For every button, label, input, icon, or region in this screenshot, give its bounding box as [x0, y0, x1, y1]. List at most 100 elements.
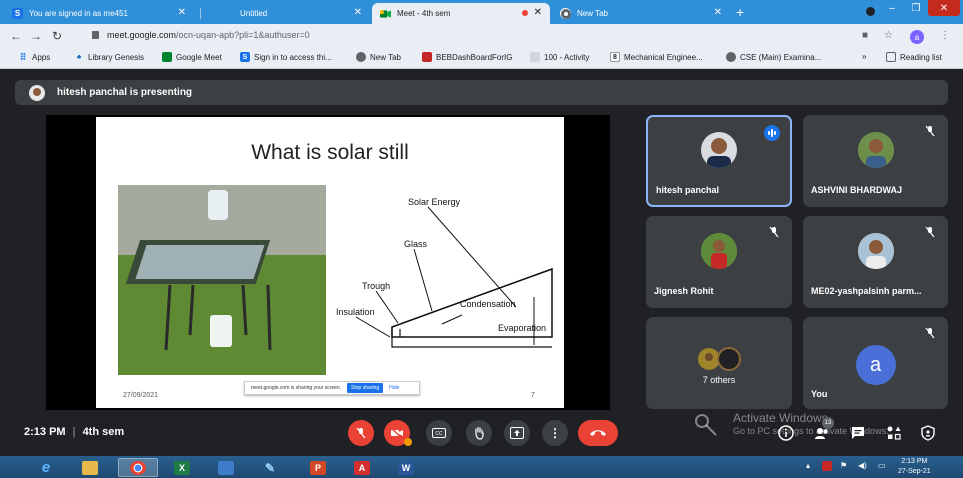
profile-avatar[interactable]: a: [910, 30, 924, 44]
google-meet-icon: [380, 8, 391, 19]
meet-area: hitesh panchal is presenting What is sol…: [0, 70, 963, 456]
meeting-details-icon[interactable]: [778, 425, 794, 441]
mic-off-icon: [925, 327, 935, 339]
hide-share-bar-button[interactable]: Hide: [389, 385, 399, 391]
bookmark-library-genesis[interactable]: ♣ Library Genesis: [74, 52, 144, 62]
svg-text:CC: CC: [435, 431, 443, 437]
participant-name: Jignesh Rohit: [654, 286, 714, 296]
tab-search-icon[interactable]: [866, 7, 875, 16]
tray-app-icon[interactable]: [822, 461, 832, 471]
taskbar-excel[interactable]: X: [162, 458, 202, 477]
leave-call-button[interactable]: [578, 420, 618, 446]
camera-toggle-button[interactable]: [384, 420, 412, 446]
mic-toggle-button[interactable]: [348, 420, 374, 446]
bookmark-new-tab[interactable]: New Tab: [356, 52, 401, 62]
chrome-icon: [560, 8, 571, 19]
new-tab-button[interactable]: +: [736, 5, 744, 19]
presenting-text: hitesh panchal is presenting: [57, 87, 193, 98]
presenting-banner: hitesh panchal is presenting: [15, 80, 948, 105]
taskbar-powerpoint[interactable]: P: [298, 458, 338, 477]
chrome-icon: [130, 460, 146, 475]
tab-divider: [200, 8, 201, 19]
close-tab-icon[interactable]: ✕: [354, 7, 362, 18]
raise-hand-button[interactable]: [466, 420, 492, 446]
captions-button[interactable]: CC: [426, 420, 452, 446]
bookmark-bebdashboard[interactable]: BEBDashBoardForIG: [422, 52, 512, 62]
volume-icon[interactable]: ◀): [858, 461, 867, 470]
shared-screen[interactable]: What is solar still Solar Energy Glass T…: [46, 115, 610, 410]
participant-tile-hitesh[interactable]: hitesh panchal: [646, 115, 792, 207]
more-bookmarks-button[interactable]: »: [862, 52, 866, 61]
taskbar-clock[interactable]: 2:13 PM 27-Sep-21: [898, 457, 931, 477]
network-tray-icon[interactable]: ▭: [878, 461, 886, 470]
taskbar-word[interactable]: W: [386, 458, 426, 477]
forward-arrow-icon[interactable]: →: [30, 29, 42, 43]
participant-tile-you[interactable]: a You: [803, 317, 948, 409]
taskbar-file-explorer[interactable]: [70, 458, 110, 477]
reload-icon[interactable]: ↻: [52, 29, 62, 43]
mic-off-icon: [356, 427, 366, 439]
url-field[interactable]: meet.google.com/ocn-uqan-apb?pli=1&authu…: [92, 30, 310, 40]
label-insulation: Insulation: [336, 307, 375, 317]
hand-icon: [475, 426, 484, 440]
taskbar-acrobat[interactable]: A: [342, 458, 382, 477]
participant-tile-jignesh[interactable]: Jignesh Rohit: [646, 216, 792, 308]
tab-new-tab[interactable]: New Tab ✕: [552, 3, 730, 24]
bookmark-star-icon[interactable]: ☆: [884, 30, 893, 41]
more-vert-icon: ⋮: [549, 426, 561, 440]
chat-icon[interactable]: [850, 425, 866, 441]
bookmark-activity[interactable]: 100 - Activity: [530, 52, 589, 62]
flag-icon[interactable]: ⚑: [840, 461, 847, 470]
participant-tile-yashpalsinh[interactable]: ME02-yashpalsinh parm...: [803, 216, 948, 308]
back-arrow-icon[interactable]: ←: [10, 29, 22, 43]
close-window-icon[interactable]: ✕: [928, 0, 960, 16]
word-icon: W: [398, 460, 414, 475]
participant-avatar: [857, 131, 894, 168]
more-options-button[interactable]: ⋮: [542, 420, 568, 446]
others-avatars-icon: [698, 347, 741, 371]
tray-expand-icon[interactable]: ▴: [806, 461, 810, 470]
bookmark-label: BEBDashBoardForIG: [436, 52, 513, 62]
excel-icon: X: [174, 460, 190, 475]
close-tab-icon[interactable]: ✕: [714, 7, 722, 18]
bookmark-apps[interactable]: ⠿ Apps: [18, 52, 51, 62]
taskbar-network[interactable]: [206, 458, 246, 477]
mic-off-icon: [925, 226, 935, 238]
tab-signed-in[interactable]: S You are signed in as me451 ✕: [4, 3, 194, 24]
paint-icon: ✎: [264, 460, 276, 475]
recording-dot-icon: [522, 10, 528, 16]
reading-list-label: Reading list: [900, 52, 942, 62]
s-favicon-icon: S: [12, 8, 23, 19]
close-tab-icon[interactable]: ✕: [534, 7, 542, 18]
bookmark-sign-in[interactable]: S Sign in to access thi...: [240, 52, 332, 62]
present-button[interactable]: [504, 420, 530, 446]
activities-icon[interactable]: [886, 425, 902, 441]
minimize-icon[interactable]: –: [880, 0, 904, 16]
tab-meet[interactable]: Meet - 4th sem ✕: [372, 3, 550, 24]
tab-untitled[interactable]: Untitled ✕: [206, 3, 370, 24]
browser-tab-strip: S You are signed in as me451 ✕ Untitled …: [0, 0, 963, 24]
label-evaporation: Evaporation: [498, 323, 546, 333]
others-count-label: 7 others: [702, 375, 736, 385]
restore-icon[interactable]: ❐: [904, 0, 928, 16]
participant-tile-others[interactable]: 7 others: [646, 317, 792, 409]
acrobat-icon: A: [354, 460, 370, 475]
taskbar-paint[interactable]: ✎: [250, 458, 290, 477]
separator: |: [72, 426, 76, 438]
solar-still-diagram: Solar Energy Glass Trough Insulation Con…: [336, 197, 553, 348]
bookmark-cse-exam[interactable]: CSE (Main) Examina...: [726, 52, 821, 62]
bookmarks-bar: ⠿ Apps ♣ Library Genesis Google Meet S Sign…: [0, 49, 963, 69]
participant-tile-ashvini[interactable]: ASHVINI BHARDWAJ: [803, 115, 948, 207]
reading-list-button[interactable]: Reading list: [886, 52, 942, 62]
camera-in-use-icon[interactable]: ■: [862, 30, 868, 41]
stop-sharing-button[interactable]: Stop sharing: [347, 383, 384, 393]
bookmark-google-meet[interactable]: Google Meet: [162, 52, 222, 62]
bookmark-mechanical[interactable]: 8 Mechanical Enginee...: [610, 52, 703, 62]
host-controls-icon[interactable]: [920, 425, 936, 441]
close-tab-icon[interactable]: ✕: [178, 7, 186, 18]
taskbar-chrome[interactable]: [118, 458, 158, 477]
participant-count-badge: 13: [822, 417, 834, 429]
solar-still-photo: [118, 185, 326, 375]
taskbar-internet-explorer[interactable]: e: [26, 458, 66, 477]
more-menu-icon[interactable]: ⋮: [940, 30, 950, 41]
